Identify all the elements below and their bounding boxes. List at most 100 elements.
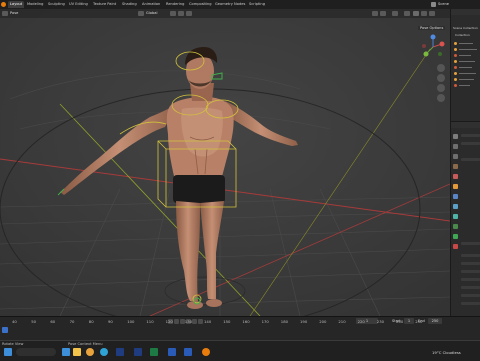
timeline-tick-label: 230 bbox=[376, 319, 385, 324]
tab-geometry-nodes[interactable]: Geometry Nodes bbox=[213, 1, 247, 8]
tab-texture-paint[interactable]: Texture Paint bbox=[91, 1, 118, 8]
mode-selector[interactable]: Pose bbox=[10, 10, 18, 17]
property-field[interactable] bbox=[461, 242, 480, 245]
start-frame-field[interactable]: 1 bbox=[404, 318, 414, 324]
blender-taskbar-icon[interactable] bbox=[202, 348, 210, 356]
tab-compositing[interactable]: Compositing bbox=[187, 1, 214, 8]
tab-shading[interactable]: Shading bbox=[120, 1, 139, 8]
task-view-icon[interactable] bbox=[62, 348, 70, 356]
zoom-icon[interactable] bbox=[437, 64, 445, 72]
end-frame-field[interactable]: 250 bbox=[428, 318, 442, 324]
object-tab-icon[interactable] bbox=[453, 184, 458, 189]
property-field[interactable] bbox=[461, 254, 480, 257]
outliner-row[interactable] bbox=[454, 72, 480, 75]
tool-tab-icon[interactable] bbox=[453, 134, 458, 139]
search-bar[interactable] bbox=[16, 348, 56, 356]
material-shading-icon[interactable] bbox=[421, 11, 427, 16]
render-shading-icon[interactable] bbox=[429, 11, 435, 16]
word-icon[interactable] bbox=[168, 348, 176, 356]
tab-layout[interactable]: Layout bbox=[8, 1, 25, 8]
pan-hand-icon[interactable] bbox=[437, 74, 445, 82]
property-field[interactable] bbox=[461, 158, 480, 161]
property-field[interactable] bbox=[461, 286, 480, 289]
tab-rendering[interactable]: Rendering bbox=[164, 1, 186, 8]
property-field[interactable] bbox=[461, 294, 480, 297]
timeline-tick-label: 250 bbox=[415, 319, 423, 324]
tab-modeling[interactable]: Modeling bbox=[25, 1, 45, 8]
render-tab-icon[interactable] bbox=[453, 144, 458, 149]
orientation-dropdown[interactable]: Global bbox=[146, 10, 157, 17]
windows-start-icon[interactable] bbox=[4, 348, 12, 356]
jump-end-icon[interactable] bbox=[198, 319, 203, 324]
outliner-header bbox=[451, 9, 480, 15]
snap-icon[interactable] bbox=[178, 11, 184, 16]
timeline-tick-label: 50 bbox=[31, 319, 37, 324]
outliner-row[interactable] bbox=[454, 66, 480, 69]
3d-viewport[interactable] bbox=[0, 9, 450, 316]
visibility-icon[interactable] bbox=[372, 11, 378, 16]
outliner-row[interactable] bbox=[454, 48, 480, 51]
editor-type-icon[interactable] bbox=[2, 11, 8, 16]
xray-icon[interactable] bbox=[404, 11, 410, 16]
outliner-scene-collection[interactable]: Scene Collection bbox=[453, 26, 478, 30]
outliner-collection[interactable]: Collection bbox=[455, 33, 470, 37]
app-icon[interactable] bbox=[134, 348, 142, 356]
file-explorer-icon[interactable] bbox=[73, 348, 81, 356]
pivot-icon[interactable] bbox=[170, 11, 176, 16]
properties-panel bbox=[450, 121, 480, 317]
property-field[interactable] bbox=[461, 134, 480, 137]
scene-tab-icon[interactable] bbox=[453, 164, 458, 169]
timeline-tick-label: 180 bbox=[280, 319, 289, 324]
solid-shading-icon[interactable] bbox=[413, 11, 419, 16]
pose-options-button[interactable]: Pose Options bbox=[418, 26, 446, 30]
playhead[interactable] bbox=[2, 327, 8, 333]
edge-icon[interactable] bbox=[100, 348, 108, 356]
tab-scripting[interactable]: Scripting bbox=[247, 1, 267, 8]
modifier-tab-icon[interactable] bbox=[453, 194, 458, 199]
outliner-row[interactable] bbox=[454, 54, 480, 57]
property-field[interactable] bbox=[461, 302, 480, 305]
outliner-row[interactable] bbox=[454, 42, 480, 45]
constraints-tab-icon[interactable] bbox=[453, 214, 458, 219]
viewport-header: Pose Global bbox=[0, 9, 450, 18]
perspective-toggle-icon[interactable] bbox=[437, 94, 445, 102]
timeline-tick-label: 40 bbox=[12, 319, 17, 324]
property-field[interactable] bbox=[461, 142, 480, 145]
bone-tab-icon[interactable] bbox=[453, 234, 458, 239]
excel-icon[interactable] bbox=[150, 348, 158, 356]
photoshop-icon[interactable] bbox=[116, 348, 124, 356]
proportional-edit-icon[interactable] bbox=[186, 11, 192, 16]
tab-sculpting[interactable]: Sculpting bbox=[46, 1, 67, 8]
scene-selector[interactable]: Scene bbox=[438, 1, 449, 8]
overlays-icon[interactable] bbox=[392, 11, 398, 16]
timeline-tick-label: 220 bbox=[357, 319, 365, 324]
outliner-row[interactable] bbox=[454, 78, 480, 81]
tab-animation[interactable]: Animation bbox=[140, 1, 162, 8]
weather-widget[interactable]: 19°C Cloudless bbox=[432, 350, 461, 355]
output-tab-icon[interactable] bbox=[453, 154, 458, 159]
tab-uv-editing[interactable]: UV Editing bbox=[67, 1, 90, 8]
world-tab-icon[interactable] bbox=[453, 174, 458, 179]
navigation-gizmo[interactable] bbox=[420, 34, 446, 60]
outliner-row[interactable] bbox=[454, 84, 480, 87]
timeline-tick-label: 210 bbox=[338, 319, 346, 324]
chrome-icon[interactable] bbox=[86, 348, 94, 356]
timeline-tick-label: 170 bbox=[261, 319, 269, 324]
gizmo-toggle-icon[interactable] bbox=[380, 11, 386, 16]
camera-view-icon[interactable] bbox=[437, 84, 445, 92]
material-tab-icon[interactable] bbox=[453, 244, 458, 249]
timeline-tick-label: 190 bbox=[300, 319, 308, 324]
blender-logo-icon[interactable] bbox=[1, 2, 6, 7]
app-icon[interactable] bbox=[184, 348, 192, 356]
property-field[interactable] bbox=[461, 270, 480, 273]
property-field[interactable] bbox=[461, 262, 480, 265]
physics-tab-icon[interactable] bbox=[453, 204, 458, 209]
outliner-row[interactable] bbox=[454, 60, 480, 63]
step-back-icon[interactable] bbox=[174, 319, 179, 324]
timeline-tick-label: 70 bbox=[69, 319, 75, 324]
data-tab-icon[interactable] bbox=[453, 224, 458, 229]
property-field[interactable] bbox=[461, 278, 480, 281]
step-forward-icon[interactable] bbox=[192, 319, 197, 324]
outliner-panel: Scene Collection Collection bbox=[450, 9, 480, 121]
timeline-tick-label: 130 bbox=[184, 319, 193, 324]
